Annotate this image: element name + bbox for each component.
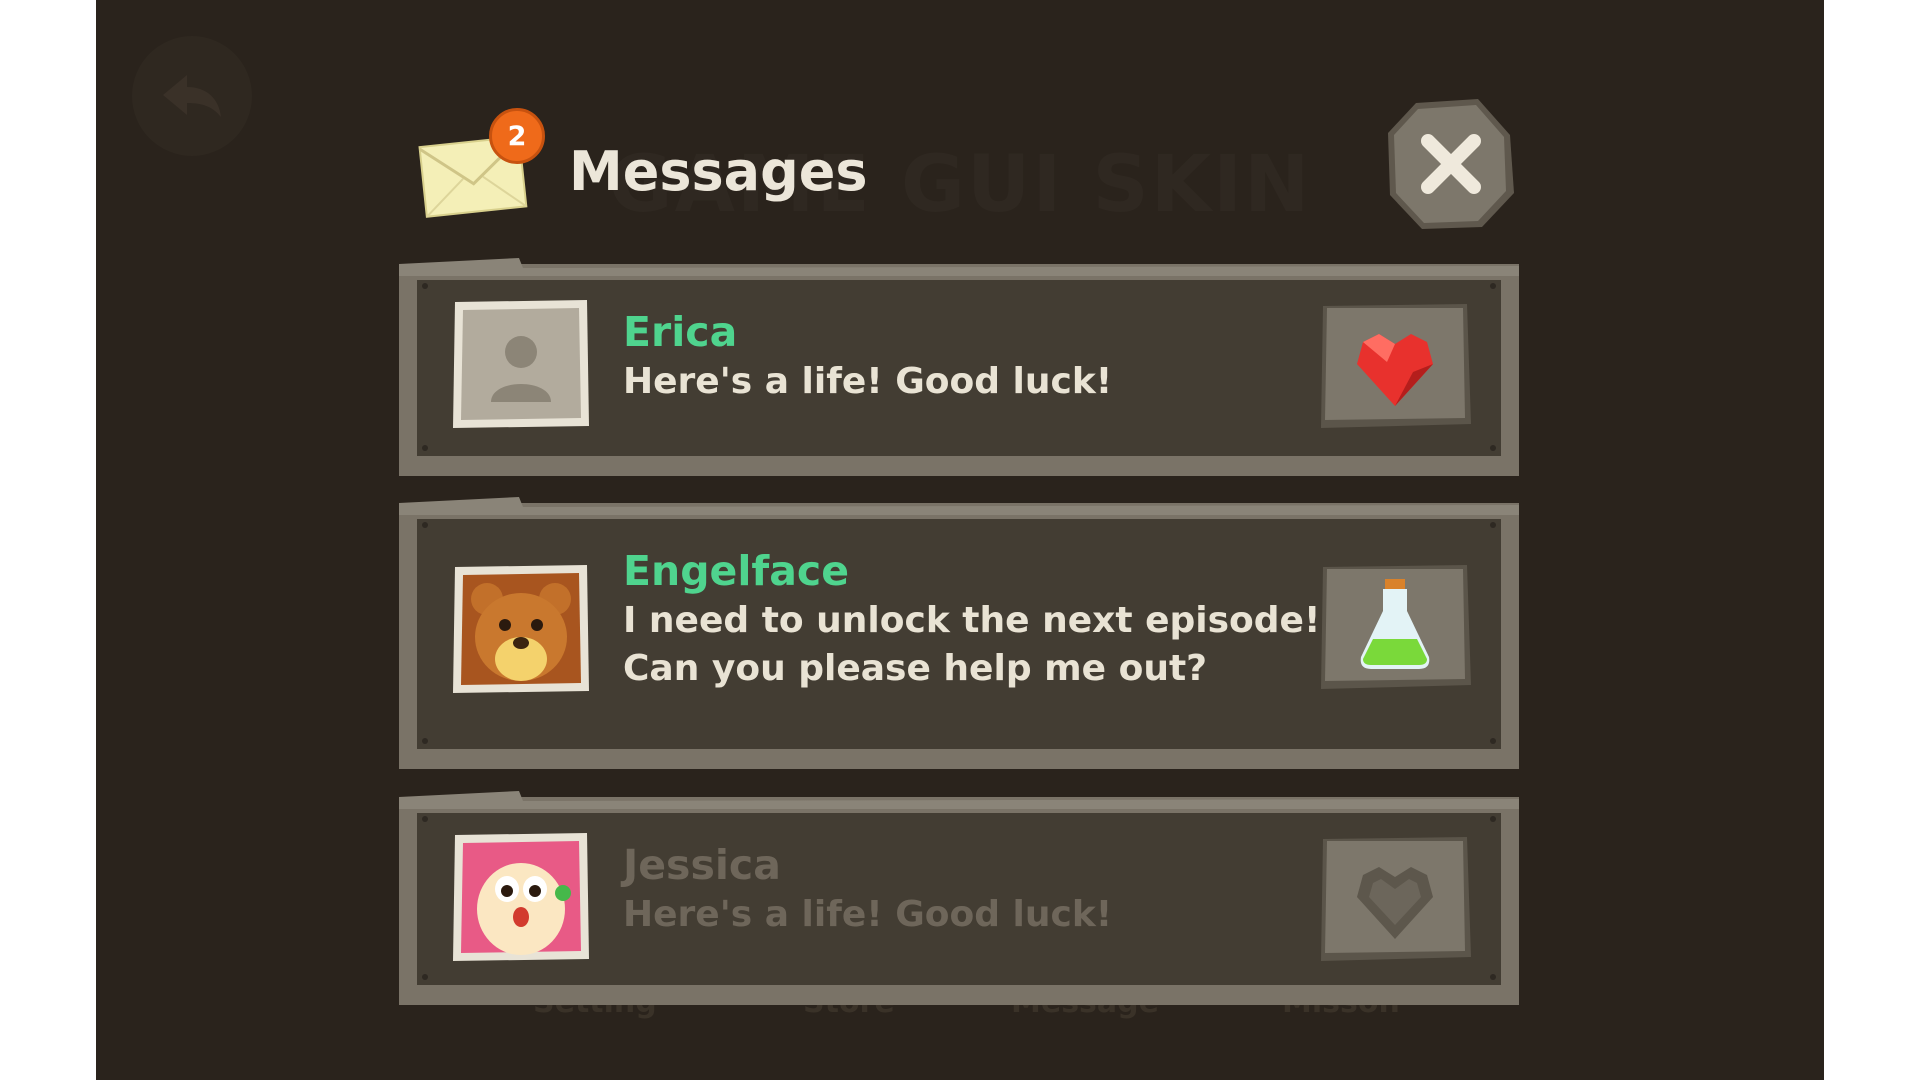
game-screen: GAME GUI SKIN Setting Store Message Miss… xyxy=(96,0,1824,1080)
bear-avatar xyxy=(453,565,589,693)
send-life-button-disabled[interactable] xyxy=(1317,835,1473,963)
sender-name: Engelface xyxy=(623,547,850,595)
message-text-line-2: Can you please help me out? xyxy=(623,648,1208,689)
message-card: Engelface I need to unlock the next epis… xyxy=(399,497,1519,769)
message-text-line-1: I need to unlock the next episode! xyxy=(623,600,1321,641)
sender-name: Erica xyxy=(623,308,738,356)
back-icon xyxy=(132,36,252,156)
silhouette-avatar xyxy=(453,300,589,428)
message-text: Here's a life! Good luck! xyxy=(623,894,1113,935)
message-card: Jessica Here's a life! Good luck! xyxy=(399,791,1519,1005)
unread-count-badge: 2 xyxy=(489,108,545,164)
background-title: GAME GUI SKIN xyxy=(608,140,1312,230)
message-card: Erica Here's a life! Good luck! xyxy=(399,258,1519,476)
close-button[interactable] xyxy=(1386,97,1516,231)
send-life-button[interactable] xyxy=(1317,302,1473,430)
page-title: Messages xyxy=(569,140,868,203)
send-potion-button[interactable] xyxy=(1317,563,1473,691)
sender-name: Jessica xyxy=(623,841,781,889)
message-text: Here's a life! Good luck! xyxy=(623,361,1113,402)
bunny-avatar xyxy=(453,833,589,961)
